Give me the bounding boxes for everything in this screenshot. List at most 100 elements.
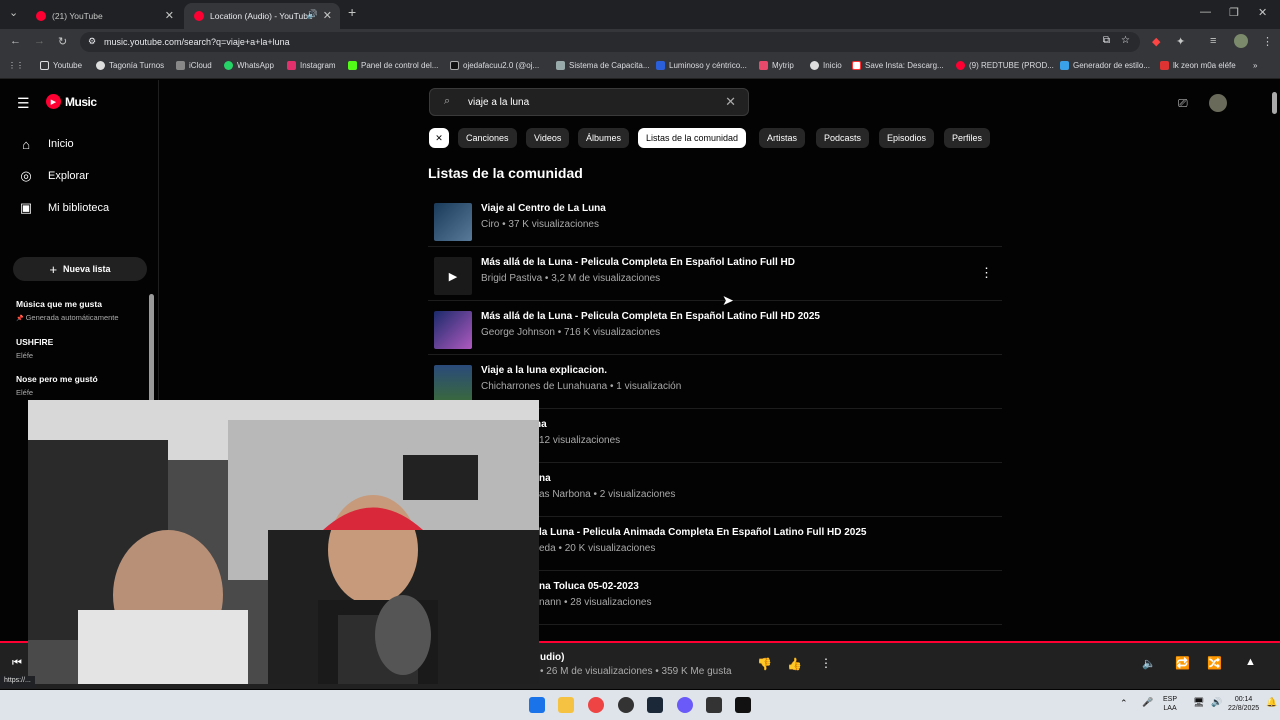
repeat-icon[interactable]: 🔁 [1175,656,1190,670]
like-icon[interactable]: 👍 [787,657,802,671]
new-playlist-button[interactable]: + Nueva lista [13,257,147,281]
tab-location-audio[interactable]: Location (Audio) - YouTube 🔊 ✕ [184,3,340,29]
result-title[interactable]: la Luna - Pelicula Animada Completa En E… [539,527,866,538]
close-tab-icon[interactable]: ✕ [323,9,332,22]
maximize-icon[interactable]: ❐ [1229,6,1239,19]
browser-menu-icon[interactable]: ⋮ [1262,35,1273,48]
chip-podcasts[interactable]: Podcasts [816,128,870,148]
more-options-icon[interactable]: ⋮ [820,656,832,670]
steam-icon[interactable] [647,697,663,713]
audio-playing-icon[interactable]: 🔊 [307,9,318,20]
close-window-icon[interactable]: ✕ [1258,6,1267,19]
bookmark-inicio[interactable]: Inicio [810,61,842,70]
bookmark-sistema[interactable]: Sistema de Capacita... [556,61,649,70]
sidebar-scrollbar[interactable] [149,294,154,404]
bookmark-tiktok[interactable]: ojedafacuu2.0 (@oj... [450,61,539,70]
bookmark-luminoso[interactable]: Luminoso y céntrico... [656,61,747,70]
playlist-title[interactable]: Música que me gusta [16,299,102,309]
chrome-icon[interactable] [588,697,604,713]
bookmark-zeon[interactable]: lk zeon m0a eléfe [1160,61,1236,70]
reload-icon[interactable]: ↻ [58,35,67,48]
extensions-puzzle-icon[interactable]: ✦ [1176,35,1185,48]
browser-toolbar: ← → ↻ ⚙ music.youtube.com/search?q=viaje… [0,29,1280,55]
bookmark-tagonia[interactable]: Tagonía Turnos [96,61,164,70]
tab-youtube[interactable]: (21) YouTube ✕ [26,3,182,29]
bookmark-generador[interactable]: Generador de estilo... [1060,61,1150,70]
bookmark-instagram[interactable]: Instagram [287,61,336,70]
chip-canciones[interactable]: Canciones [458,128,517,148]
play-icon[interactable]: ▶ [434,257,472,295]
extension-icon[interactable]: ◆ [1152,35,1160,48]
result-row[interactable]: Más allá de la Luna - Pelicula Completa … [428,301,1002,355]
chip-videos[interactable]: Videos [526,128,570,148]
result-title[interactable]: Viaje al Centro de La Luna [481,203,606,214]
bookmark-icloud[interactable]: iCloud [176,61,212,70]
tray-overflow-icon[interactable]: ⌃ [1120,699,1128,708]
bookmark-panel[interactable]: Panel de control del... [348,61,438,70]
result-title[interactable]: na [539,473,551,484]
main-scrollbar[interactable] [1272,92,1277,114]
search-input[interactable]: ⌕ viaje a la luna ✕ [429,88,749,116]
apps-grid-icon[interactable]: ⋮⋮ [8,61,24,70]
forward-icon[interactable]: → [34,35,45,47]
site-info-icon[interactable]: ⚙ [88,36,96,47]
network-icon[interactable]: 🖥 [1193,698,1204,707]
back-icon[interactable]: ← [10,35,21,47]
bookmark-mytrip[interactable]: Mytrip [759,61,794,70]
install-app-icon[interactable]: ⧉ [1103,35,1110,46]
volume-icon[interactable]: 🔈 [1142,657,1156,670]
notifications-icon[interactable]: 🔔 [1266,698,1277,707]
cast-icon[interactable]: ⎚ [1178,96,1188,111]
app-icon[interactable] [706,697,722,713]
microphone-icon[interactable]: 🎤 [1142,698,1153,707]
result-row[interactable]: Viaje al Centro de La Luna Ciro • 37 K v… [428,193,1002,247]
playlist-title[interactable]: USHFIRE [16,337,53,347]
menu-icon[interactable]: ☰ [17,95,30,112]
bookmark-redtube[interactable]: (9) REDTUBE (PROD... [956,61,1054,70]
result-title[interactable]: Viaje a la luna explicacion. [481,365,607,376]
nav-mi-biblioteca[interactable]: ▣ Mi biblioteca [19,200,109,215]
clear-filter-chip[interactable]: ✕ [429,128,449,148]
bookmark-youtube[interactable]: Youtube [40,61,82,70]
bookmark-whatsapp[interactable]: WhatsApp [224,61,274,70]
bookmark-saveinsta[interactable]: Save Insta: Descarg... [852,61,944,70]
result-row[interactable]: ▶ Más allá de la Luna - Pelicula Complet… [428,247,1002,301]
chip-episodios[interactable]: Episodios [879,128,935,148]
epic-games-icon[interactable] [735,697,751,713]
nav-inicio[interactable]: ⌂ Inicio [19,137,74,152]
bookmark-star-icon[interactable]: ☆ [1121,35,1130,46]
app-icon[interactable] [677,697,693,713]
chip-listas-de-la-comunidad[interactable]: Listas de la comunidad [638,128,747,148]
chip-perfiles[interactable]: Perfiles [944,128,991,148]
close-tab-icon[interactable]: ✕ [165,9,174,22]
more-bookmarks-icon[interactable]: » [1253,61,1257,70]
more-options-icon[interactable]: ⋮ [980,265,993,281]
app-icon[interactable] [618,697,634,713]
chip-artistas[interactable]: Artistas [759,128,806,148]
language-indicator[interactable]: ESP LAA [1163,695,1177,713]
file-explorer-icon[interactable] [558,697,574,713]
windows-start-icon[interactable] [529,697,545,713]
minimize-icon[interactable]: — [1200,6,1211,18]
clock[interactable]: 00:14 22/8/2025 [1228,695,1259,713]
volume-tray-icon[interactable]: 🔊 [1211,698,1222,707]
expand-player-icon[interactable]: ▲ [1245,656,1256,668]
chip-albumes[interactable]: Álbumes [578,128,630,148]
playlist-title[interactable]: Nose pero me gustó [16,374,98,384]
tab-search-icon[interactable]: ⌄ [9,6,18,19]
previous-icon[interactable]: ⏮ [12,657,22,670]
dislike-icon[interactable]: 👎 [757,657,772,671]
nav-explorar[interactable]: ◎ Explorar [19,168,89,183]
result-title[interactable]: Más allá de la Luna - Pelicula Completa … [481,257,795,268]
shuffle-icon[interactable]: 🔀 [1207,656,1222,670]
address-bar[interactable]: ⚙ music.youtube.com/search?q=viaje+a+la+… [80,32,1140,52]
player-title[interactable]: udio) [540,652,564,663]
reading-list-icon[interactable]: ≡ [1210,35,1216,47]
result-title[interactable]: Más allá de la Luna - Pelicula Completa … [481,311,820,322]
clear-search-icon[interactable]: ✕ [725,94,736,110]
result-title[interactable]: na Toluca 05-02-2023 [539,581,639,592]
account-avatar[interactable] [1209,94,1227,112]
youtube-music-logo[interactable]: ▶ Music [46,94,97,109]
new-tab-icon[interactable]: + [348,4,356,20]
profile-avatar[interactable] [1234,34,1248,48]
